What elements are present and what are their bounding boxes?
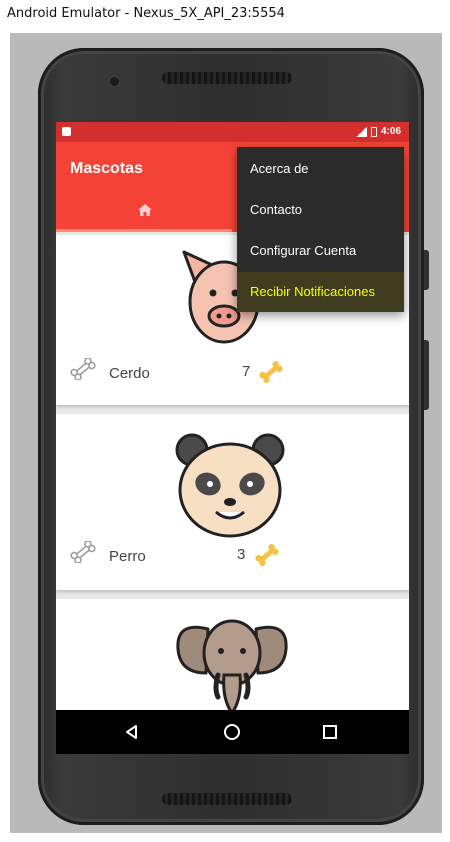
pet-name: Perro (109, 548, 146, 565)
menu-item-contacto[interactable]: Contacto (237, 190, 404, 230)
power-button[interactable] (424, 250, 429, 290)
back-triangle-icon (126, 725, 137, 739)
notification-icon (62, 127, 71, 136)
status-time: 4:06 (380, 126, 401, 137)
bone-rate-icon[interactable] (68, 541, 98, 563)
pet-rating-count: 7 (242, 363, 251, 380)
pet-card[interactable]: Perro 3 (56, 414, 409, 590)
app-title: Mascotas (70, 160, 143, 177)
volume-button[interactable] (424, 340, 429, 410)
signal-icon (355, 126, 367, 137)
speaker-grille-bottom (162, 793, 292, 805)
panda-icon (175, 433, 285, 538)
menu-item-acerca-de[interactable]: Acerca de (237, 149, 404, 189)
menu-item-configurar-cuenta[interactable]: Configurar Cuenta (237, 231, 404, 271)
recents-square-icon (323, 725, 337, 739)
pet-name: Cerdo (109, 365, 150, 382)
bone-icon (259, 361, 283, 383)
system-nav-bar (56, 710, 409, 754)
home-button[interactable] (220, 720, 244, 744)
device-screen: 4:06 Mascotas Cerdo 7 Perro 3 Acerca de … (56, 122, 409, 754)
home-icon[interactable] (138, 204, 152, 216)
bone-rate-icon[interactable] (68, 358, 98, 380)
pet-rating-count: 3 (237, 546, 246, 563)
speaker-grille-top (162, 72, 292, 84)
status-bar: 4:06 (56, 122, 409, 142)
overflow-menu: Acerca de Contacto Configurar Cuenta Rec… (237, 147, 404, 312)
window-title: Android Emulator - Nexus_5X_API_23:5554 (7, 6, 285, 21)
battery-icon (370, 126, 377, 137)
elephant-icon (176, 619, 288, 715)
menu-item-recibir-notificaciones[interactable]: Recibir Notificaciones (237, 272, 404, 312)
front-camera (110, 77, 119, 86)
bone-icon (255, 544, 279, 566)
tab-indicator (56, 229, 232, 232)
back-button[interactable] (120, 720, 144, 744)
recents-button[interactable] (318, 720, 342, 744)
home-circle-icon (224, 724, 240, 740)
